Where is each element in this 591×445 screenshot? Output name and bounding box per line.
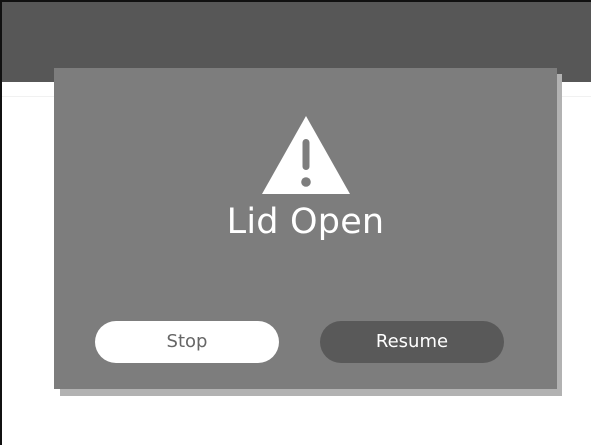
stop-button[interactable]: Stop (95, 321, 279, 363)
lid-open-dialog: Lid Open Stop Resume (54, 68, 557, 389)
device-screen: Lid Open Stop Resume (0, 0, 591, 445)
resume-button[interactable]: Resume (320, 321, 504, 363)
dialog-title: Lid Open (226, 202, 385, 242)
warning-icon (262, 116, 350, 194)
